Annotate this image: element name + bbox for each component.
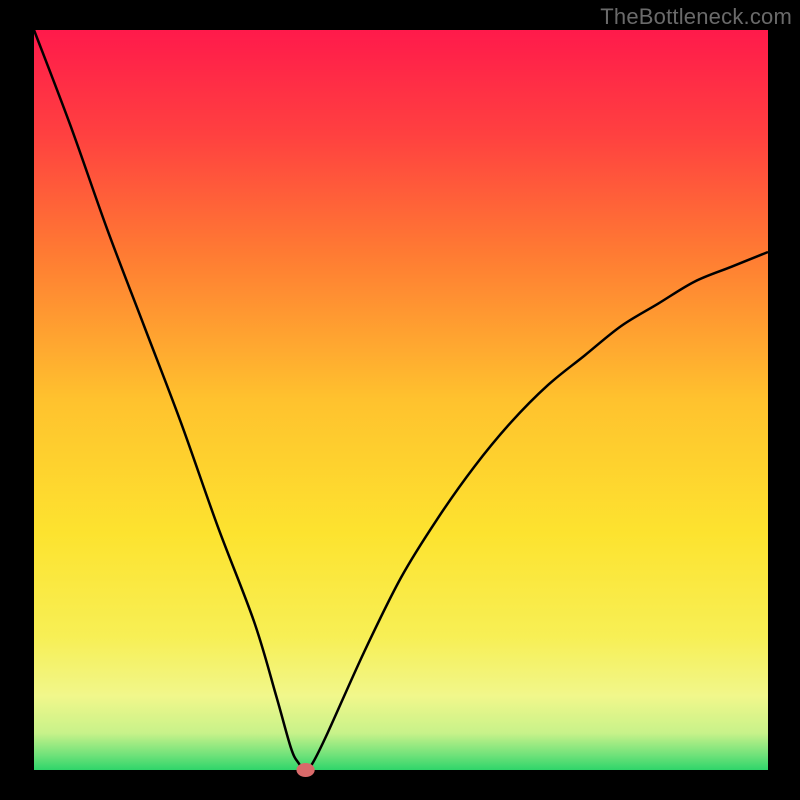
optimum-marker [296, 763, 314, 777]
watermark-text: TheBottleneck.com [600, 4, 792, 30]
chart-frame: TheBottleneck.com [0, 0, 800, 800]
bottleneck-chart [0, 0, 800, 800]
plot-background [34, 30, 768, 770]
